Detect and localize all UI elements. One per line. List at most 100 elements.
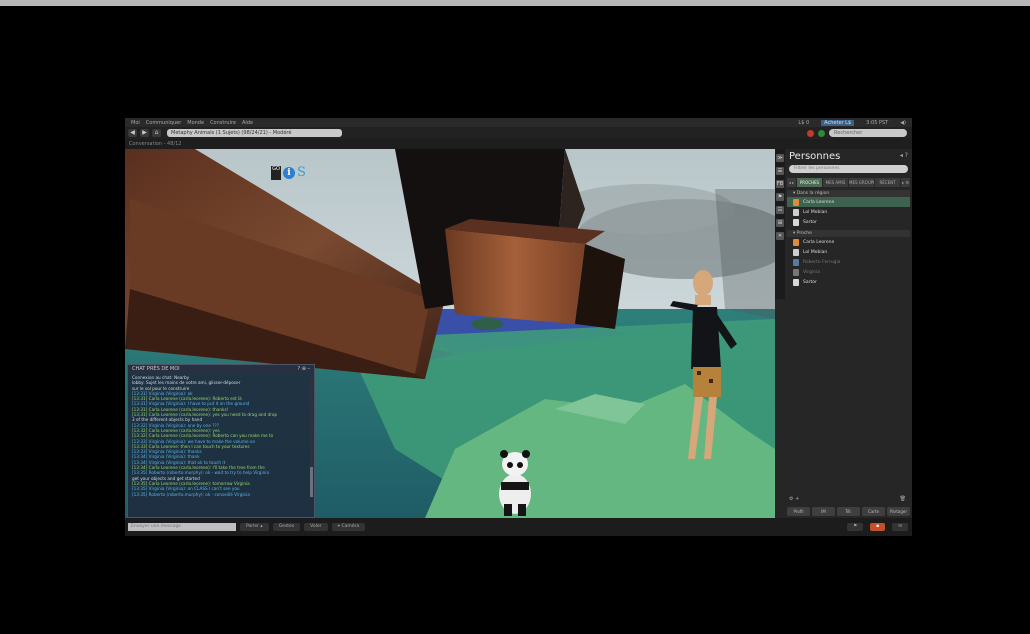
person-name: Lol Mobian xyxy=(803,249,828,255)
bottom-toolbar: Envoyer une message Parler ▴ Gestes Vole… xyxy=(125,518,912,536)
person-row[interactable]: Carla Leorene xyxy=(787,237,910,247)
scrollbar-thumb[interactable] xyxy=(310,467,313,497)
person-row[interactable]: Lol Mobian xyxy=(787,247,910,257)
close-icon[interactable]: ✕ xyxy=(776,232,784,240)
im-button[interactable]: IM xyxy=(812,507,835,516)
volume-icon[interactable]: ◀) xyxy=(900,120,906,126)
map-button[interactable]: Carte xyxy=(862,507,885,516)
chat-input[interactable]: Envoyer une message xyxy=(128,523,236,531)
panel-controls[interactable]: ◂ ? xyxy=(900,152,908,159)
chat-window-controls[interactable]: ? ⊕ – xyxy=(297,365,310,374)
person-row[interactable]: Virginia xyxy=(787,267,910,277)
avatar-icon xyxy=(793,268,799,276)
hud-s-icon[interactable]: S xyxy=(297,165,306,180)
chat-icon[interactable]: ☰ xyxy=(776,167,784,175)
group-header-region[interactable]: ▾ Dans la région xyxy=(787,190,910,197)
person-name: Carla Leorene xyxy=(803,199,835,205)
tab-nearby[interactable]: PROCHES xyxy=(797,178,822,187)
avatar-icon xyxy=(793,208,799,216)
search-input[interactable]: Rechercher xyxy=(829,129,907,137)
panel-title: Personnes xyxy=(789,151,841,162)
flag-icon[interactable]: ⚑ xyxy=(776,193,784,201)
speak-button[interactable]: Parler ▴ xyxy=(240,523,269,531)
person-name: Virginia xyxy=(803,269,820,275)
chat-line: [13:35] Roberto (roberto.murphy): ok - c… xyxy=(132,491,250,497)
hud-info-icon[interactable]: i xyxy=(283,166,295,179)
menu-item-construire[interactable]: Construire xyxy=(210,120,236,126)
chat-title: CHAT PRÈS DE MOI xyxy=(132,366,180,372)
call-button[interactable]: Tél. xyxy=(837,507,860,516)
snapshot-icon[interactable]: ▪ xyxy=(870,523,886,531)
person-name: Sartor xyxy=(803,279,817,285)
person-name: Carla Leorene xyxy=(803,239,835,245)
flag-icon[interactable]: ⚑ xyxy=(847,523,864,531)
person-row[interactable]: Sartor xyxy=(787,277,910,287)
people-filter-input[interactable]: Filtrer les personnes xyxy=(789,165,908,173)
tab-friends[interactable]: MES AMIS xyxy=(823,178,848,187)
tab-groups[interactable]: MES GROUPES xyxy=(849,178,874,187)
3d-viewport[interactable]: GO i S CHAT PRÈS DE MOI ? ⊕ – Connexion … xyxy=(125,149,775,518)
avatar-icon xyxy=(793,238,799,246)
person-row[interactable]: Carla Leorene xyxy=(787,197,910,207)
avatar-icon xyxy=(793,198,799,206)
alert-icon[interactable] xyxy=(807,129,814,137)
menu-item-monde[interactable]: Monde xyxy=(187,120,204,126)
clock-label: 3:05 PST xyxy=(866,119,889,126)
share-button[interactable]: Partager xyxy=(887,507,910,516)
hud-go-icon[interactable]: GO xyxy=(271,165,281,180)
hud-icons: GO i S xyxy=(271,165,306,180)
person-name: Roberto Ferrugia xyxy=(803,259,841,265)
home-button[interactable]: ⌂ xyxy=(152,129,161,137)
avatar-icon xyxy=(793,258,799,266)
tab-scroll-left[interactable]: ◂ ▸ xyxy=(787,178,796,187)
menu-item-moi[interactable]: Moi xyxy=(131,120,140,126)
viewer-window: Moi Communiquer Monde Construire Aide L$… xyxy=(125,118,912,536)
browser-top-bar xyxy=(0,0,1030,6)
person-row[interactable]: Roberto Ferrugia xyxy=(787,257,910,267)
balance-label: L$ 0 xyxy=(798,119,810,126)
facebook-icon[interactable]: FB xyxy=(776,180,784,188)
tab-scroll-right[interactable]: ▸ ⚙ xyxy=(901,178,910,187)
location-input[interactable]: Metaphy Animals (1 Sujets) (98/24/21) - … xyxy=(167,129,342,137)
panda-avatar[interactable] xyxy=(499,450,531,516)
health-icon[interactable] xyxy=(818,129,825,137)
tab-recent[interactable]: RÉCENT xyxy=(875,178,900,187)
people-panel: Personnes ◂ ? Filtrer les personnes ◂ ▸ … xyxy=(785,149,912,518)
region-people-list: Carla Leorene Lol Mobian Sartor xyxy=(785,197,912,227)
menu-bar: Moi Communiquer Monde Construire Aide L$… xyxy=(125,118,912,127)
person-name: Lol Mobian xyxy=(803,209,828,215)
group-header-near[interactable]: ▾ Proche xyxy=(787,230,910,237)
people-tabs: ◂ ▸ PROCHES MES AMIS MES GROUPES RÉCENT … xyxy=(787,178,910,187)
back-button[interactable]: ◀ xyxy=(128,129,137,137)
person-name: Sartor xyxy=(803,219,817,225)
people-sidebar: ≫ ☰ FB ⚑ ☷ ⊞ ✕ Personnes ◂ ? Filtrer les perso… xyxy=(775,149,912,518)
menu-item-aide[interactable]: Aide xyxy=(242,120,253,126)
person-row[interactable]: Lol Mobian xyxy=(787,207,910,217)
gestures-button[interactable]: Gestes xyxy=(272,523,301,531)
people-icon[interactable]: ☷ xyxy=(776,206,784,214)
menu-item-communiquer[interactable]: Communiquer xyxy=(146,120,182,126)
near-people-list: Carla Leorene Lol Mobian Roberto Ferrugia V… xyxy=(785,237,912,287)
chat-header: CHAT PRÈS DE MOI ? ⊕ – xyxy=(128,365,314,374)
nearby-chat-panel: CHAT PRÈS DE MOI ? ⊕ – Connexion au chat… xyxy=(127,364,315,518)
camera-button[interactable]: ⌖ Caméra xyxy=(331,523,366,531)
mail-icon[interactable]: ✉ xyxy=(892,523,908,531)
settings-add-icon[interactable]: ⚙ + xyxy=(789,496,799,502)
avatar-icon xyxy=(793,218,799,226)
panel-action-buttons: Profil IM Tél. Carte Partager xyxy=(785,507,912,516)
trash-icon[interactable]: 🗑 xyxy=(900,496,906,502)
chat-scrollbar[interactable] xyxy=(310,377,313,497)
panel-footer: ⚙ + 🗑 xyxy=(785,496,912,504)
avatar-icon xyxy=(793,278,799,286)
person-row[interactable]: Sartor xyxy=(787,217,910,227)
chat-history: Connexion au chat: Nearby lobby: Sujet le… xyxy=(128,374,314,512)
location-strip: Conversation - 48/12 xyxy=(125,139,912,149)
navigation-bar: ◀ ▶ ⌂ Metaphy Animals (1 Sujets) (98/24/… xyxy=(125,127,912,139)
fly-button[interactable]: Voler xyxy=(304,523,328,531)
forward-button[interactable]: ▶ xyxy=(140,129,149,137)
sidebar-tab-icons: ≫ ☰ FB ⚑ ☷ ⊞ ✕ xyxy=(775,149,785,299)
profile-button[interactable]: Profil xyxy=(787,507,810,516)
collapse-icon[interactable]: ≫ xyxy=(776,154,784,162)
buy-currency-button[interactable]: Acheter L$ xyxy=(821,119,855,126)
grid-icon[interactable]: ⊞ xyxy=(776,219,784,227)
